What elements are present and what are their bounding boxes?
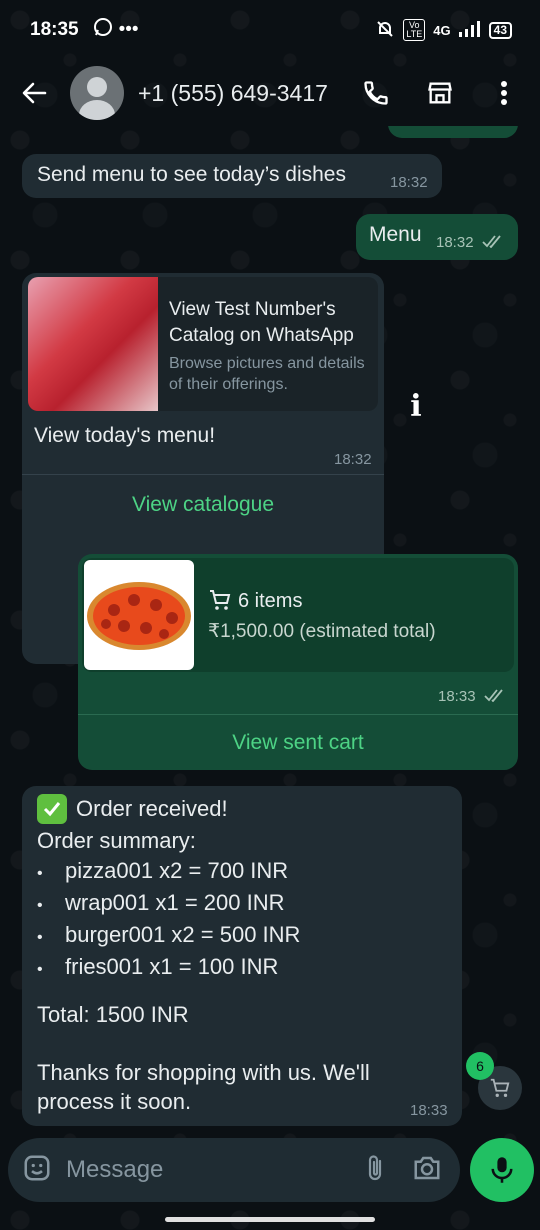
order-line: • burger001 x2 = 500 INR xyxy=(37,922,301,947)
order-summary-label: Order summary: xyxy=(37,828,196,853)
mute-icon xyxy=(375,19,395,42)
cart-message[interactable]: 6 items ₹1,500.00 (estimated total) 18:3… xyxy=(78,554,518,770)
home-indicator xyxy=(165,1217,375,1222)
battery-icon: 43 xyxy=(488,21,512,39)
whatsapp-notification-icon xyxy=(93,17,113,43)
thanks-line-2: process it soon. xyxy=(37,1089,192,1114)
contact-name[interactable]: +1 (555) 649-3417 xyxy=(138,80,332,107)
read-ticks-icon xyxy=(484,688,506,707)
voice-call-icon[interactable] xyxy=(356,73,396,113)
view-sent-cart-button[interactable]: View sent cart xyxy=(78,715,518,770)
message-time: 18:32 xyxy=(390,174,428,191)
message-text: Menu xyxy=(369,223,422,246)
status-bar: 18:35 ••• Vo LTE 4G 43 xyxy=(0,0,540,60)
info-icon[interactable]: i xyxy=(400,384,432,428)
check-mark-icon xyxy=(37,794,67,824)
read-ticks-icon xyxy=(482,234,504,253)
message-text: Send menu to see today’s dishes xyxy=(37,163,346,186)
cart-count-badge: 6 xyxy=(466,1052,494,1080)
back-arrow-icon[interactable] xyxy=(16,75,52,111)
order-received-message[interactable]: Order received! Order summary: • pizza001… xyxy=(22,786,462,1126)
order-lines: • pizza001 x2 = 700 INR • wrap001 x1 = 200… xyxy=(37,856,300,984)
cart-summary[interactable]: 6 items ₹1,500.00 (estimated total) xyxy=(82,558,514,672)
link-preview[interactable]: View Test Number's Catalog on WhatsApp B… xyxy=(28,277,378,411)
network-type: 4G xyxy=(433,22,451,38)
order-total: Total: 1500 INR xyxy=(37,1002,189,1027)
message-time: 18:33 xyxy=(410,1102,448,1119)
attach-icon[interactable] xyxy=(364,1153,386,1188)
chat-header: +1 (555) 649-3417 xyxy=(0,60,540,126)
view-sent-cart-label: View sent cart xyxy=(232,730,364,754)
emoji-sticker-icon[interactable] xyxy=(22,1153,52,1188)
cart-item-count: 6 items xyxy=(238,590,303,612)
volte-icon: Vo LTE xyxy=(403,19,426,41)
message-composer: Message xyxy=(8,1138,460,1202)
contact-avatar[interactable] xyxy=(70,66,124,120)
order-line-text: pizza001 x2 = 700 INR xyxy=(65,858,289,883)
order-heading: Order received! xyxy=(76,796,228,821)
message-time: 18:32 xyxy=(436,234,474,251)
store-icon[interactable] xyxy=(420,73,460,113)
order-heading-row: Order received! xyxy=(37,794,228,824)
clock: 18:35 xyxy=(30,19,79,40)
cart-total: ₹1,500.00 (estimated total) xyxy=(208,621,436,642)
cart-fab-icon xyxy=(490,1078,510,1097)
link-description-text: Browse pictures and details of their off… xyxy=(169,355,365,393)
order-line: • wrap001 x1 = 200 INR xyxy=(37,890,285,915)
link-description: Browse pictures and details of their off… xyxy=(169,353,374,395)
thanks-line-1: Thanks for shopping with us. We'll xyxy=(37,1060,370,1085)
link-title-text: View Test Number's Catalog on WhatsApp xyxy=(169,299,354,346)
view-catalogue-label: View catalogue xyxy=(131,493,275,516)
order-line-text: burger001 x2 = 500 INR xyxy=(65,922,301,947)
partial-outgoing-bubble xyxy=(388,126,518,138)
camera-icon[interactable] xyxy=(412,1154,442,1187)
message-time: 18:32 xyxy=(334,451,372,468)
signal-icon xyxy=(458,20,481,40)
incoming-message[interactable]: Send menu to see today’s dishes 18:32 xyxy=(22,154,442,198)
more-notifications-icon: ••• xyxy=(118,19,139,40)
message-time: 18:33 xyxy=(438,688,476,705)
microphone-icon xyxy=(491,1157,513,1183)
pizza-image xyxy=(84,560,194,670)
message-list[interactable]: Send menu to see today’s dishes 18:32 Me… xyxy=(0,126,540,1136)
catalog-thumbnail xyxy=(28,277,158,411)
message-text: View today's menu! xyxy=(34,424,216,447)
message-input[interactable]: Message xyxy=(66,1156,364,1184)
cart-icon xyxy=(208,588,232,617)
link-title: View Test Number's Catalog on WhatsApp xyxy=(169,297,374,349)
order-line-text: wrap001 x1 = 200 INR xyxy=(65,890,285,915)
view-catalogue-button[interactable]: View catalogue xyxy=(22,475,384,535)
order-line: • fries001 x1 = 100 INR xyxy=(37,954,279,979)
order-line-text: fries001 x1 = 100 INR xyxy=(65,954,279,979)
overflow-menu-icon[interactable] xyxy=(484,73,524,113)
voice-message-button[interactable] xyxy=(470,1138,534,1202)
outgoing-message[interactable]: Menu 18:32 xyxy=(356,214,518,260)
order-line: • pizza001 x2 = 700 INR xyxy=(37,858,289,883)
